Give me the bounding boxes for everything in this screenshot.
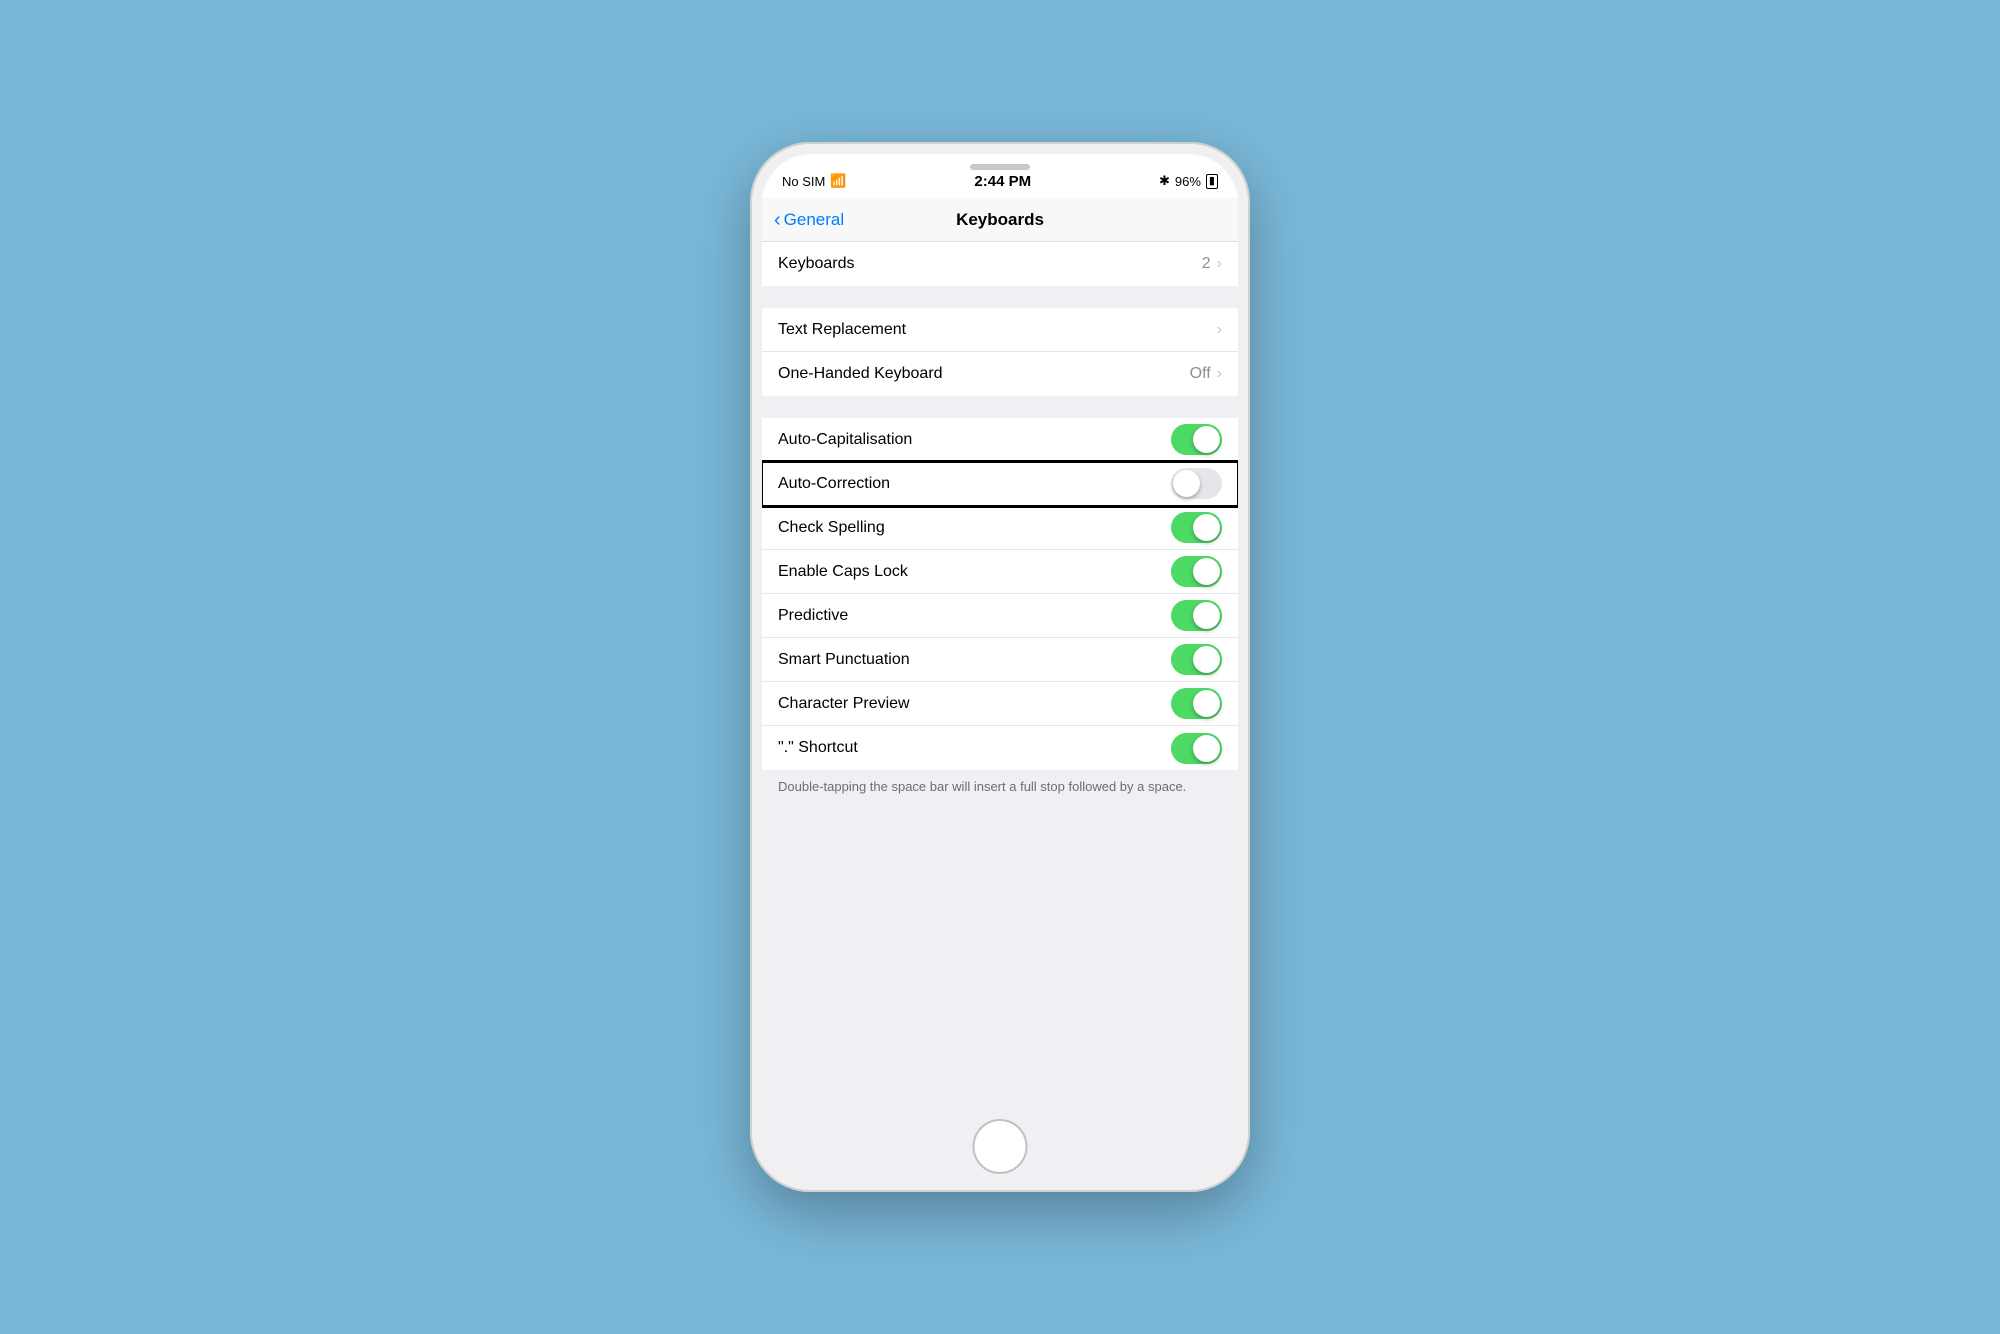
one-handed-keyboard-chevron-icon: ›: [1217, 365, 1222, 383]
toggle-knob: [1193, 735, 1220, 762]
text-replacement-label: Text Replacement: [778, 321, 906, 339]
character-preview-label: Character Preview: [778, 695, 910, 713]
toggles-group: Auto-Capitalisation Auto-Correction Chec…: [762, 418, 1238, 770]
phone-screen: No SIM 📶 2:44 PM ✱ 96% ▮ ‹ General Keybo…: [762, 154, 1238, 1180]
auto-capitalisation-label: Auto-Capitalisation: [778, 431, 912, 449]
keyboards-count: 2: [1202, 255, 1211, 273]
bluetooth-icon: ✱: [1159, 173, 1170, 189]
speaker: [970, 164, 1030, 170]
keyboards-label: Keyboards: [778, 255, 855, 273]
toggle-knob: [1193, 514, 1220, 541]
auto-correction-label: Auto-Correction: [778, 475, 890, 493]
predictive-label: Predictive: [778, 607, 848, 625]
carrier-label: No SIM: [782, 174, 825, 189]
character-preview-row: Character Preview: [762, 682, 1238, 726]
shortcut-label: "." Shortcut: [778, 739, 858, 757]
predictive-row: Predictive: [762, 594, 1238, 638]
one-handed-keyboard-row[interactable]: One-Handed Keyboard Off ›: [762, 352, 1238, 396]
wifi-icon: 📶: [830, 173, 846, 189]
back-button[interactable]: ‹ General: [774, 210, 844, 230]
predictive-toggle[interactable]: [1171, 600, 1222, 631]
check-spelling-label: Check Spelling: [778, 519, 885, 537]
enable-caps-lock-toggle[interactable]: [1171, 556, 1222, 587]
smart-punctuation-label: Smart Punctuation: [778, 651, 910, 669]
auto-correction-toggle[interactable]: [1171, 468, 1222, 499]
status-right: ✱ 96% ▮: [1159, 173, 1218, 189]
smart-punctuation-toggle[interactable]: [1171, 644, 1222, 675]
character-preview-toggle[interactable]: [1171, 688, 1222, 719]
spacer-2: [762, 396, 1238, 418]
smart-punctuation-row: Smart Punctuation: [762, 638, 1238, 682]
text-group: Text Replacement › One-Handed Keyboard O…: [762, 308, 1238, 396]
auto-capitalisation-row: Auto-Capitalisation: [762, 418, 1238, 462]
toggle-knob: [1173, 470, 1200, 497]
one-handed-keyboard-value: Off ›: [1190, 365, 1222, 383]
phone-frame: No SIM 📶 2:44 PM ✱ 96% ▮ ‹ General Keybo…: [750, 142, 1250, 1192]
toggle-knob: [1193, 602, 1220, 629]
keyboards-value: 2 ›: [1202, 255, 1222, 273]
battery-percent: 96%: [1175, 174, 1201, 189]
spacer-1: [762, 286, 1238, 308]
back-label: General: [784, 210, 844, 230]
keyboards-group: Keyboards 2 ›: [762, 242, 1238, 286]
one-handed-keyboard-status: Off: [1190, 365, 1211, 383]
toggle-knob: [1193, 426, 1220, 453]
auto-correction-row: Auto-Correction: [762, 462, 1238, 506]
text-replacement-value: ›: [1217, 321, 1222, 339]
keyboards-chevron-icon: ›: [1217, 255, 1222, 273]
status-bar: No SIM 📶 2:44 PM ✱ 96% ▮: [762, 154, 1238, 198]
nav-bar: ‹ General Keyboards: [762, 198, 1238, 242]
one-handed-keyboard-label: One-Handed Keyboard: [778, 365, 943, 383]
chevron-left-icon: ‹: [774, 210, 781, 230]
page-title: Keyboards: [956, 210, 1044, 230]
toggle-knob: [1193, 690, 1220, 717]
scroll-content: Keyboards 2 › Text Replacement › O: [762, 242, 1238, 1180]
enable-caps-lock-row: Enable Caps Lock: [762, 550, 1238, 594]
shortcut-toggle[interactable]: [1171, 733, 1222, 764]
home-button[interactable]: [973, 1119, 1028, 1174]
status-left: No SIM 📶: [782, 173, 847, 189]
footer-note: Double-tapping the space bar will insert…: [762, 770, 1238, 812]
battery-icon: ▮: [1206, 174, 1218, 189]
status-time: 2:44 PM: [974, 173, 1031, 190]
enable-caps-lock-label: Enable Caps Lock: [778, 563, 908, 581]
toggle-knob: [1193, 646, 1220, 673]
footer-note-text: Double-tapping the space bar will insert…: [778, 779, 1186, 794]
text-replacement-row[interactable]: Text Replacement ›: [762, 308, 1238, 352]
check-spelling-row: Check Spelling: [762, 506, 1238, 550]
keyboards-row[interactable]: Keyboards 2 ›: [762, 242, 1238, 286]
auto-capitalisation-toggle[interactable]: [1171, 424, 1222, 455]
check-spelling-toggle[interactable]: [1171, 512, 1222, 543]
text-replacement-chevron-icon: ›: [1217, 321, 1222, 339]
toggle-knob: [1193, 558, 1220, 585]
shortcut-row: "." Shortcut: [762, 726, 1238, 770]
